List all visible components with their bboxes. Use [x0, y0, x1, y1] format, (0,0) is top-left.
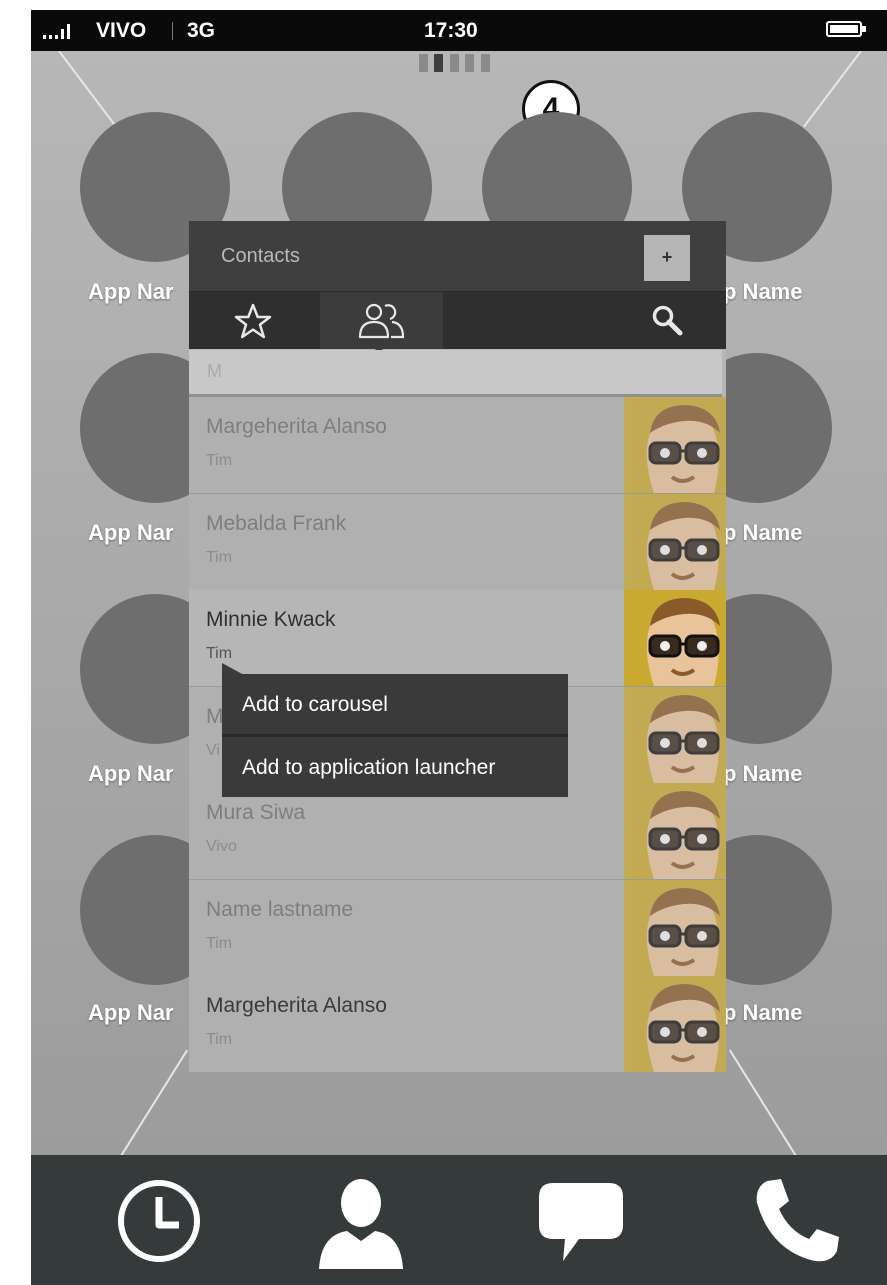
contact-row[interactable]: Name lastname Tim — [189, 880, 726, 978]
contact-name: M — [206, 705, 224, 728]
chat-bubble-icon[interactable] — [533, 1173, 629, 1269]
app-label: App Nar — [88, 1000, 174, 1025]
page-indicator — [419, 54, 495, 72]
contact-name: Margeherita Alanso — [206, 415, 387, 438]
clock-icon[interactable] — [111, 1173, 207, 1269]
app-label: App Nar — [88, 279, 174, 304]
tab-contacts[interactable] — [320, 292, 443, 349]
contact-avatar — [624, 880, 726, 976]
contact-avatar — [624, 494, 726, 590]
contact-avatar — [624, 397, 726, 493]
battery-icon — [826, 21, 866, 37]
contact-carrier: Tim — [206, 1031, 233, 1048]
contact-context-menu: Add to carousel Add to application launc… — [222, 663, 568, 799]
section-letter: M — [207, 361, 222, 381]
signal-strength-icon — [43, 19, 83, 39]
contacts-header: Contacts + — [189, 221, 726, 292]
contact-avatar — [624, 687, 726, 783]
connector-line — [58, 50, 117, 128]
contact-avatar — [624, 590, 726, 686]
clock-time: 17:30 — [424, 19, 478, 42]
network-type: 3G — [187, 19, 216, 42]
phone-screen: VIVO 3G 17:30 4 App Nar p Name App Nar p… — [31, 10, 887, 1285]
app-label: p Name — [723, 520, 803, 545]
app-label: p Name — [723, 761, 803, 786]
contact-name: Name lastname — [206, 898, 354, 921]
contact-carrier: Vivo — [206, 838, 237, 855]
star-icon — [234, 303, 272, 339]
connector-line — [728, 1049, 797, 1157]
app-label: App Nar — [88, 761, 174, 786]
contact-carrier: Tim — [206, 935, 233, 952]
contact-row[interactable]: Mebalda Frank Tim — [189, 494, 726, 592]
contacts-title: Contacts — [221, 245, 300, 267]
person-icon[interactable] — [313, 1173, 409, 1269]
contact-carrier: Vi — [206, 742, 220, 759]
contacts-group-icon — [358, 303, 405, 339]
contact-row[interactable]: Margeherita Alanso Tim — [189, 397, 726, 495]
phone-icon[interactable] — [749, 1173, 845, 1269]
contact-carrier: Tim — [206, 645, 233, 662]
connector-line — [803, 50, 862, 128]
contact-carrier: Tim — [206, 549, 233, 566]
section-header: M — [189, 350, 722, 397]
status-separator — [172, 22, 173, 40]
tab-favorites[interactable] — [189, 292, 319, 349]
app-label: p Name — [723, 279, 803, 304]
carrier-name: VIVO — [96, 19, 147, 42]
app-label: App Nar — [88, 520, 174, 545]
status-bar: VIVO 3G 17:30 — [31, 10, 887, 51]
tab-search[interactable] — [629, 292, 726, 349]
contact-name: Mebalda Frank — [206, 512, 347, 535]
add-to-launcher-menu-item[interactable]: Add to application launcher — [222, 737, 568, 797]
contact-row[interactable]: Margeherita Alanso Tim — [189, 976, 726, 1073]
contact-name: Mura Siwa — [206, 801, 306, 824]
contacts-tab-bar — [189, 292, 726, 349]
contacts-panel: Contacts + M Margeherita Alanso Tim Meba… — [189, 221, 726, 1073]
connector-line — [120, 1049, 189, 1157]
contact-avatar — [624, 976, 726, 1072]
contact-avatar — [624, 783, 726, 879]
contact-carrier: Tim — [206, 452, 233, 469]
dock-bar — [31, 1155, 887, 1285]
add-to-carousel-menu-item[interactable]: Add to carousel — [222, 674, 568, 734]
add-contact-button[interactable]: + — [644, 235, 690, 281]
app-label: p Name — [723, 1000, 803, 1025]
contact-name: Margeherita Alanso — [206, 994, 387, 1017]
contact-name: Minnie Kwack — [206, 608, 336, 631]
search-icon — [652, 305, 683, 336]
